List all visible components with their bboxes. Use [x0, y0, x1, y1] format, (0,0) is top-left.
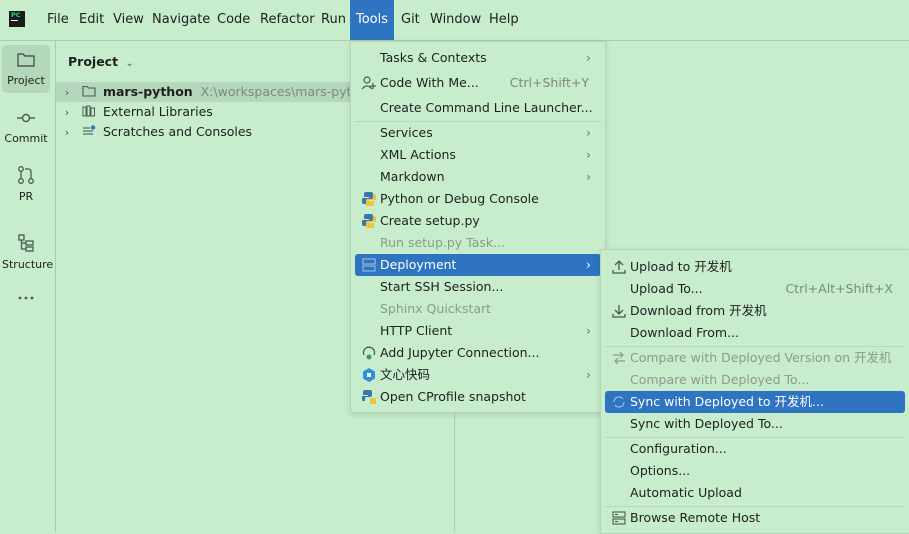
pull-request-icon [18, 166, 34, 184]
shortcut-label: Ctrl+Shift+Y [509, 75, 589, 90]
menu-item-create-cli-launcher[interactable]: Create Command Line Launcher... [355, 97, 601, 119]
menu-item-tasks-contexts[interactable]: Tasks & Contexts › [355, 47, 601, 69]
tree-item-external-libraries[interactable]: › External Libraries [56, 102, 213, 122]
tool-window-strip: Project Commit PR Structure [0, 41, 56, 532]
menu-item-configuration[interactable]: Configuration... [605, 438, 905, 460]
toolwindow-project-label: Project [7, 74, 45, 87]
profiler-icon [362, 390, 376, 404]
menu-item-code-with-me[interactable]: Code With Me... Ctrl+Shift+Y [355, 72, 601, 94]
menu-item-markdown[interactable]: Markdown › [355, 166, 601, 188]
menu-item-http-client[interactable]: HTTP Client › [355, 320, 601, 342]
submenu-arrow-icon: › [586, 147, 591, 162]
upload-icon [612, 260, 626, 274]
python-icon [362, 214, 376, 228]
shortcut-label: Ctrl+Alt+Shift+X [785, 281, 893, 296]
pycharm-logo-icon: PC [9, 11, 25, 27]
menu-item-create-setup-py[interactable]: Create setup.py [355, 210, 601, 232]
remote-host-icon [612, 511, 626, 525]
menu-item-upload-to[interactable]: Upload To... Ctrl+Alt+Shift+X [605, 278, 905, 300]
menu-edit[interactable]: Edit [78, 10, 105, 30]
menu-item-download-from-devmachine[interactable]: Download from 开发机 [605, 300, 905, 322]
structure-icon [18, 234, 34, 252]
toolwindow-pr-label: PR [18, 190, 34, 203]
menu-item-services[interactable]: Services › [355, 122, 601, 144]
project-path: X:\workspaces\mars-python [200, 84, 376, 99]
expand-chevron-icon[interactable]: › [60, 103, 74, 123]
menu-item-start-ssh-session[interactable]: Start SSH Session... [355, 276, 601, 298]
expand-chevron-icon[interactable]: › [60, 123, 74, 143]
menu-item-deployment[interactable]: Deployment › [355, 254, 601, 276]
expand-chevron-icon[interactable]: › [60, 83, 74, 103]
download-icon [612, 305, 626, 318]
menu-item-compare-with-deployed-to[interactable]: Compare with Deployed To... [605, 369, 905, 391]
menu-tools[interactable]: Tools [350, 0, 395, 40]
menu-item-run-setup-task[interactable]: Run setup.py Task... [355, 232, 601, 254]
toolwindow-pr-button[interactable]: PR [2, 161, 50, 209]
menu-help[interactable]: Help [488, 10, 520, 30]
submenu-arrow-icon: › [586, 169, 591, 184]
menu-item-browse-remote-host[interactable]: Browse Remote Host [605, 507, 905, 529]
submenu-arrow-icon: › [586, 367, 591, 382]
folder-icon [82, 85, 96, 97]
menu-code[interactable]: Code [216, 10, 251, 30]
toolwindow-commit-button[interactable]: Commit [2, 103, 50, 151]
menu-item-add-jupyter-connection[interactable]: Add Jupyter Connection... [355, 342, 601, 364]
menu-item-open-cprofile-snapshot[interactable]: Open CProfile snapshot [355, 386, 601, 408]
menu-refactor[interactable]: Refactor [259, 10, 316, 30]
deployment-submenu: Upload to 开发机 Upload To... Ctrl+Alt+Shif… [600, 249, 909, 534]
menu-view[interactable]: View [112, 10, 145, 30]
menu-item-compare-with-deployed-version[interactable]: Compare with Deployed Version on 开发机 [605, 347, 905, 369]
more-toolwindows-button[interactable] [2, 291, 50, 311]
toolwindow-structure-button[interactable]: Structure [2, 229, 54, 277]
toolwindow-project-button[interactable]: Project [2, 45, 50, 93]
menu-item-sphinx-quickstart[interactable]: Sphinx Quickstart [355, 298, 601, 320]
menu-window[interactable]: Window [429, 10, 482, 30]
scratches-icon [82, 125, 96, 135]
sync-icon [613, 396, 625, 408]
folder-icon [17, 53, 35, 67]
main-menubar: PC File Edit View Navigate Code Refactor… [0, 0, 909, 41]
toolwindow-commit-label: Commit [4, 132, 48, 145]
menu-navigate[interactable]: Navigate [151, 10, 211, 30]
compare-icon [613, 351, 625, 365]
panel-title[interactable]: Project ⌄ [68, 54, 134, 69]
more-horizontal-icon [18, 296, 34, 300]
menu-item-download-from[interactable]: Download From... [605, 322, 905, 344]
tree-item-label: External Libraries [102, 104, 213, 119]
menu-item-upload-to-devmachine[interactable]: Upload to 开发机 [605, 256, 905, 278]
commit-icon [17, 113, 35, 123]
menu-item-automatic-upload[interactable]: Automatic Upload [605, 482, 905, 504]
tree-item-scratches[interactable]: › Scratches and Consoles [56, 122, 252, 142]
submenu-arrow-icon: › [586, 257, 591, 272]
menu-file[interactable]: File [46, 10, 70, 30]
chevron-down-icon: ⌄ [125, 58, 134, 69]
submenu-arrow-icon: › [586, 50, 591, 65]
menu-item-python-console[interactable]: Python or Debug Console [355, 188, 601, 210]
menu-item-sync-with-deployed-to-devmachine[interactable]: Sync with Deployed to 开发机... [605, 391, 905, 413]
menu-item-sync-with-deployed-to[interactable]: Sync with Deployed To... [605, 413, 905, 435]
menu-git[interactable]: Git [400, 10, 421, 30]
toolwindow-structure-label: Structure [2, 258, 54, 271]
python-icon [362, 192, 376, 206]
tools-menu: Tasks & Contexts › Code With Me... Ctrl+… [350, 41, 606, 413]
jupyter-connection-icon [362, 346, 376, 360]
tree-item-label: Scratches and Consoles [102, 124, 253, 139]
menu-run[interactable]: Run [320, 10, 347, 30]
menu-item-wenxin-kuaima[interactable]: 文心快码 › [355, 364, 601, 386]
code-with-me-icon [361, 76, 376, 90]
library-icon [82, 105, 95, 117]
project-name: mars-python [102, 84, 193, 99]
wenxin-kuaima-icon [363, 368, 375, 382]
menu-item-xml-actions[interactable]: XML Actions › [355, 144, 601, 166]
submenu-arrow-icon: › [586, 125, 591, 140]
menu-item-options[interactable]: Options... [605, 460, 905, 482]
tree-item-mars-python[interactable]: › mars-python X:\workspaces\mars-python [56, 82, 375, 103]
submenu-arrow-icon: › [586, 323, 591, 338]
deployment-icon [362, 258, 376, 272]
